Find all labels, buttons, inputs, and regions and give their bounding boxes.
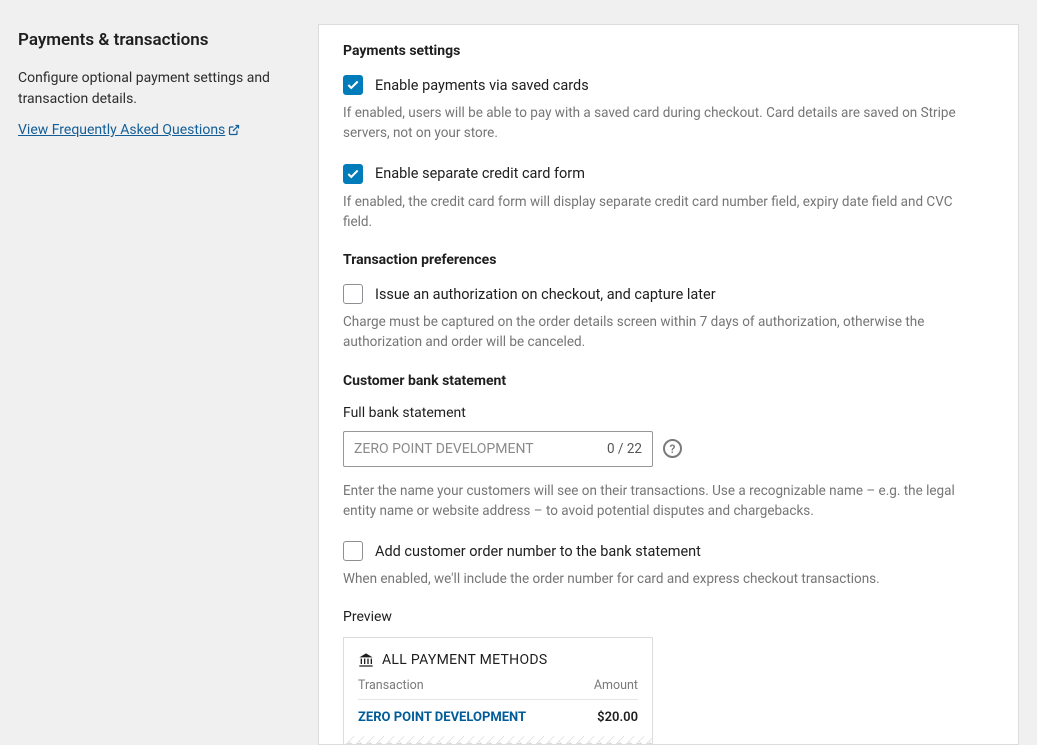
page-description: Configure optional payment settings and … xyxy=(18,68,290,110)
page-title: Payments & transactions xyxy=(18,30,290,50)
bank-statement-placeholder: ZERO POINT DEVELOPMENT xyxy=(354,441,534,457)
payments-settings-heading: Payments settings xyxy=(343,43,994,59)
bank-statement-counter: 0 / 22 xyxy=(607,441,642,457)
faq-link[interactable]: View Frequently Asked Questions xyxy=(18,122,240,138)
external-link-icon xyxy=(228,124,240,136)
preview-col-amount: Amount xyxy=(594,678,638,693)
auth-capture-label[interactable]: Issue an authorization on checkout, and … xyxy=(375,286,716,303)
bank-statement-input[interactable]: ZERO POINT DEVELOPMENT 0 / 22 xyxy=(343,431,653,467)
order-number-label[interactable]: Add customer order number to the bank st… xyxy=(375,543,701,560)
enable-separate-form-checkbox[interactable] xyxy=(343,164,363,184)
transaction-prefs-heading: Transaction preferences xyxy=(343,252,994,268)
auth-capture-checkbox[interactable] xyxy=(343,284,363,304)
preview-col-transaction: Transaction xyxy=(358,678,594,693)
saved-cards-help: If enabled, users will be able to pay wi… xyxy=(343,103,963,144)
full-bank-statement-label: Full bank statement xyxy=(343,405,994,421)
order-number-checkbox[interactable] xyxy=(343,541,363,561)
settings-panel: Payments settings Enable payments via sa… xyxy=(318,24,1019,745)
enable-separate-form-label[interactable]: Enable separate credit card form xyxy=(375,165,585,182)
bank-statement-help: Enter the name your customers will see o… xyxy=(343,481,963,522)
bank-icon xyxy=(358,652,374,668)
check-icon xyxy=(346,78,360,92)
bank-statement-heading: Customer bank statement xyxy=(343,373,994,389)
receipt-edge xyxy=(344,736,652,744)
preview-heading: Preview xyxy=(343,609,994,625)
check-icon xyxy=(346,167,360,181)
enable-saved-cards-checkbox[interactable] xyxy=(343,75,363,95)
enable-saved-cards-label[interactable]: Enable payments via saved cards xyxy=(375,77,589,94)
settings-sidebar: Payments & transactions Configure option… xyxy=(18,24,290,745)
separate-form-help: If enabled, the credit card form will di… xyxy=(343,192,963,233)
preview-card: ALL PAYMENT METHODS Transaction Amount Z… xyxy=(343,637,653,744)
order-number-help: When enabled, we'll include the order nu… xyxy=(343,569,963,589)
faq-link-label: View Frequently Asked Questions xyxy=(18,122,225,138)
preview-merchant: ZERO POINT DEVELOPMENT xyxy=(358,710,597,725)
help-icon[interactable]: ? xyxy=(663,439,682,458)
preview-card-title: ALL PAYMENT METHODS xyxy=(382,652,547,668)
preview-amount: $20.00 xyxy=(597,710,638,725)
auth-capture-help: Charge must be captured on the order det… xyxy=(343,312,963,353)
